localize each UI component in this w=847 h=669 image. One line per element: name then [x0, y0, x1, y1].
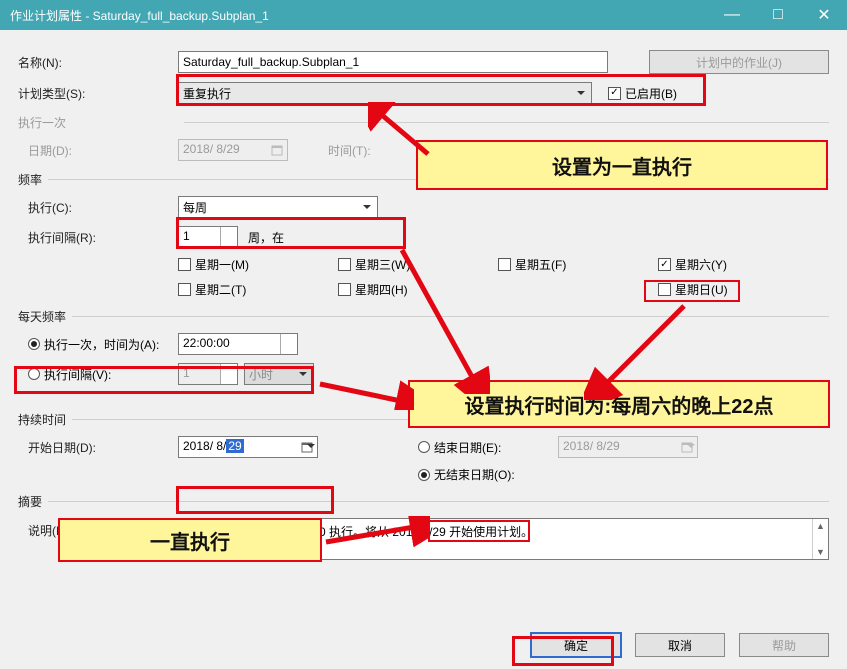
- schedule-type-select[interactable]: 重复执行: [178, 82, 592, 104]
- occurs-every-unit-select: 小时: [244, 363, 314, 385]
- enabled-checkbox[interactable]: ✓ 已启用(B): [608, 85, 677, 102]
- daily-freq-group-label: 每天频率: [18, 308, 66, 325]
- titlebar: 作业计划属性 - Saturday_full_backup.Subplan_1 …: [0, 0, 847, 30]
- weekday-mon-checkbox[interactable]: 星期一(M): [178, 256, 338, 273]
- frequency-group-label: 频率: [18, 171, 42, 188]
- jobs-in-schedule-button[interactable]: 计划中的作业(J): [649, 50, 829, 74]
- execute-label: 执行(C):: [18, 199, 178, 216]
- occurs-every-spinner: 1▲▼: [178, 363, 238, 385]
- schedule-type-label: 计划类型(S):: [18, 85, 178, 102]
- recurrence-type-select[interactable]: 每周: [178, 196, 378, 218]
- onetime-date-picker: 2018/ 8/29: [178, 139, 288, 161]
- duration-group-label: 持续时间: [18, 411, 66, 428]
- name-label: 名称(N):: [18, 54, 178, 71]
- maximize-button[interactable]: □: [755, 0, 801, 30]
- onetime-group-label: 执行一次: [18, 114, 178, 131]
- weekday-tue-checkbox[interactable]: 星期二(T): [178, 281, 338, 298]
- name-input[interactable]: [178, 51, 608, 73]
- arrow-sat-checkbox: [584, 300, 704, 400]
- arrow-no-end: [320, 516, 430, 548]
- no-end-date-radio[interactable]: 无结束日期(O):: [418, 466, 558, 483]
- minimize-button[interactable]: ―: [709, 0, 755, 30]
- arrow-once-time: [314, 378, 414, 410]
- callout-keep-running: 设置为一直执行: [416, 140, 828, 190]
- summary-group-label: 摘要: [18, 493, 42, 510]
- week-at-label: 周，在: [248, 229, 284, 246]
- callout-no-end: 一直执行: [58, 518, 322, 562]
- start-date-label: 开始日期(D):: [18, 439, 178, 456]
- close-button[interactable]: ✕: [801, 0, 847, 30]
- arrow-recur-select: [390, 244, 490, 394]
- end-date-radio[interactable]: 结束日期(E):: [418, 439, 558, 456]
- cancel-button[interactable]: 取消: [635, 633, 725, 657]
- recur-every-spinner[interactable]: 1▲▼: [178, 226, 238, 248]
- occurs-once-radio[interactable]: 执行一次，时间为(A):: [18, 336, 178, 353]
- end-date-picker: 2018/ 8/29: [558, 436, 698, 458]
- recurs-every-label: 执行间隔(R):: [18, 229, 178, 246]
- arrow-schedule-type: [368, 102, 438, 162]
- occurs-every-radio[interactable]: 执行间隔(V):: [18, 366, 178, 383]
- weekday-fri-checkbox[interactable]: 星期五(F): [498, 256, 658, 273]
- calendar-icon: [271, 144, 283, 156]
- enabled-label: 已启用(B): [625, 85, 677, 102]
- scrollbar[interactable]: ▲▼: [812, 519, 828, 559]
- weekday-sat-checkbox[interactable]: ✓星期六(Y): [658, 256, 778, 273]
- weekday-sun-checkbox[interactable]: 星期日(U): [658, 281, 778, 298]
- help-button[interactable]: 帮助: [739, 633, 829, 657]
- occurs-once-time[interactable]: 22:00:00▲▼: [178, 333, 298, 355]
- onetime-date-label: 日期(D):: [18, 142, 178, 159]
- ok-button[interactable]: 确定: [531, 633, 621, 657]
- window-title: 作业计划属性 - Saturday_full_backup.Subplan_1: [10, 7, 709, 24]
- start-date-picker[interactable]: 2018/ 8/29: [178, 436, 318, 458]
